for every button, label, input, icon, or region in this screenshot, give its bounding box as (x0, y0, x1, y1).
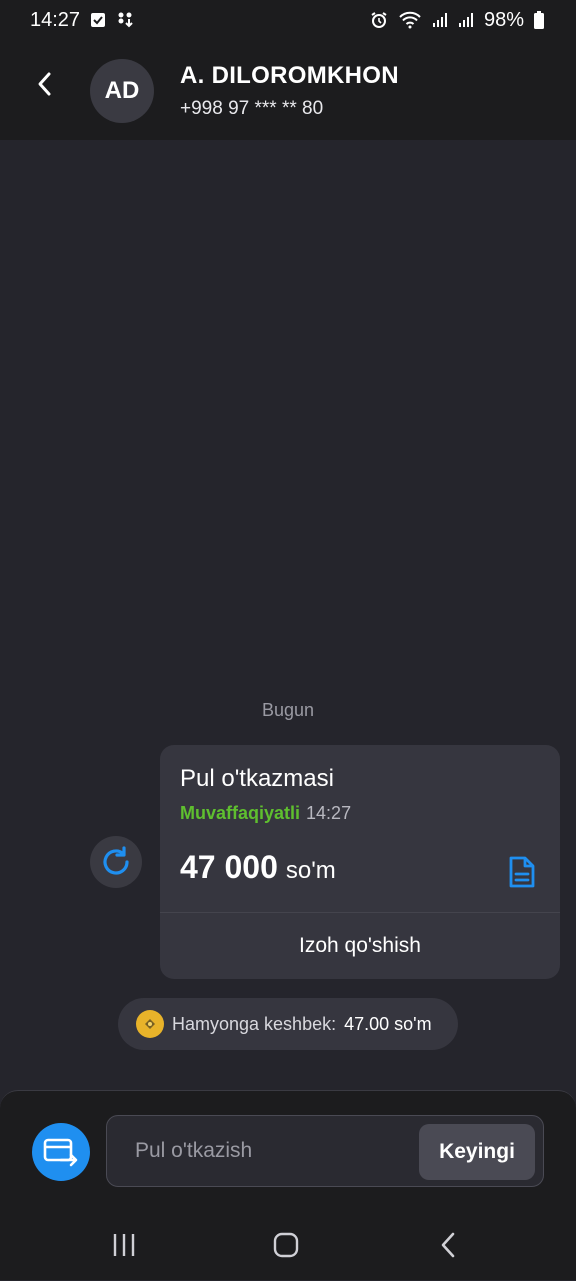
next-button[interactable]: Keyingi (419, 1124, 535, 1180)
signal-icon (432, 12, 448, 28)
recent-apps-button[interactable] (94, 1225, 154, 1265)
alarm-icon (370, 11, 388, 29)
repeat-transfer-button[interactable] (90, 836, 142, 888)
status-time: 14:27 (30, 8, 81, 31)
transaction-amount: 47 000 (180, 849, 278, 885)
transaction-status-row: Muvaffaqiyatli 14:27 (180, 803, 351, 824)
recents-icon (113, 1234, 135, 1256)
status-bar: 14:27 98% (0, 0, 576, 40)
transaction-title: Pul o'tkazmasi (180, 765, 334, 792)
system-nav-bar (0, 1207, 576, 1281)
cashback-badge: Hamyonga keshbek: 47.00 so'm (118, 998, 458, 1050)
document-icon (509, 856, 535, 888)
cashback-label: Hamyonga keshbek: (172, 1013, 337, 1034)
avatar[interactable]: AD (90, 59, 154, 123)
home-icon (273, 1232, 299, 1258)
coin-icon (136, 1010, 164, 1038)
checkbox-notification-icon (90, 12, 106, 28)
card-transfer-icon (43, 1138, 78, 1167)
home-button[interactable] (256, 1225, 316, 1265)
add-comment-button[interactable]: Izoh qo'shish (160, 913, 560, 979)
back-icon (441, 1232, 455, 1258)
chevron-left-icon (38, 72, 51, 96)
contact-phone: +998 97 *** ** 80 (180, 98, 324, 119)
card-transfer-button[interactable] (32, 1123, 90, 1181)
system-back-button[interactable] (418, 1225, 478, 1265)
transfer-input-box: Keyingi (106, 1115, 544, 1187)
wifi-icon (398, 11, 422, 29)
refresh-icon (103, 846, 129, 875)
transfer-input[interactable] (107, 1116, 417, 1186)
composer-panel: Keyingi (0, 1090, 576, 1280)
download-notification-icon (116, 11, 134, 29)
signal-icon (458, 12, 474, 28)
transaction-time: 14:27 (306, 803, 352, 823)
transaction-amount-row: 47 000 so'm (180, 849, 336, 886)
receipt-button[interactable] (506, 853, 538, 891)
cashback-value: 47.00 so'm (344, 1013, 432, 1034)
date-separator: Bugun (261, 700, 315, 720)
back-button[interactable] (28, 64, 60, 104)
transaction-status: Muvaffaqiyatli (180, 803, 301, 823)
chat-header: AD A. DILOROMKHON +998 97 *** ** 80 (0, 40, 576, 140)
transaction-currency: so'm (285, 857, 336, 884)
contact-name: A. DILOROMKHON (180, 62, 399, 89)
battery-level: 98% (483, 8, 524, 31)
battery-icon (534, 11, 544, 29)
transaction-card[interactable]: Pul o'tkazmasi Muvaffaqiyatli 14:27 47 0… (160, 745, 560, 979)
